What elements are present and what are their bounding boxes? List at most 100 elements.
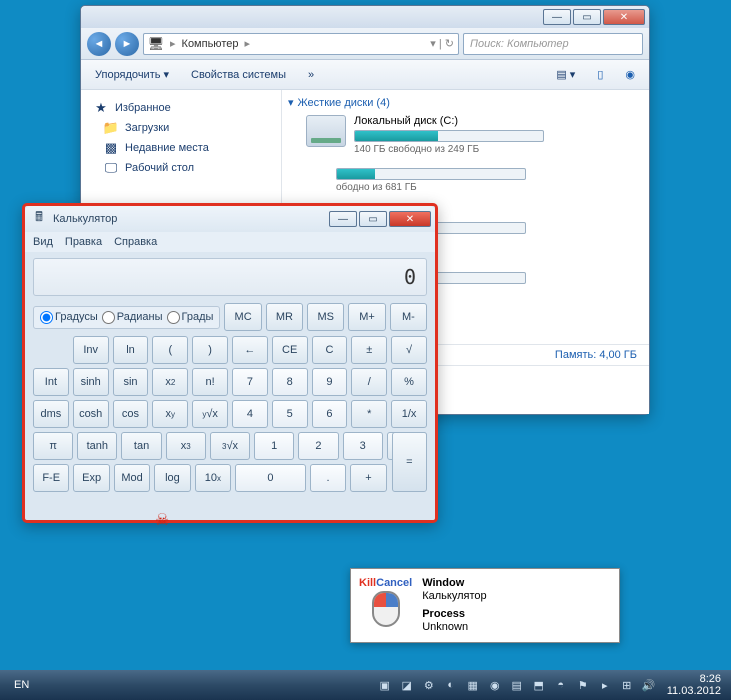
key-decimal[interactable]: . [310, 464, 346, 492]
sidebar-favorites[interactable]: ★Избранное [87, 98, 275, 118]
breadcrumb[interactable]: Компьютер [182, 38, 239, 50]
forward-button[interactable]: ► [115, 32, 139, 56]
language-indicator[interactable]: EN [6, 679, 37, 691]
key-yroot[interactable]: y√x [192, 400, 228, 428]
key-dms[interactable]: dms [33, 400, 69, 428]
tray-icon[interactable]: ⚑ [575, 677, 591, 693]
key-sin[interactable]: sin [113, 368, 149, 396]
sidebar-desktop[interactable]: 🖵Рабочий стол [87, 158, 275, 178]
key-c[interactable]: C [312, 336, 348, 364]
key-mc[interactable]: MC [224, 303, 261, 331]
menu-help[interactable]: Справка [114, 236, 157, 248]
minimize-button[interactable]: — [329, 211, 357, 227]
maximize-button[interactable]: ▭ [359, 211, 387, 227]
tray-icon[interactable]: ◪ [399, 677, 415, 693]
key-6[interactable]: 6 [312, 400, 348, 428]
key-m-minus[interactable]: M- [390, 303, 427, 331]
key-cos[interactable]: cos [113, 400, 149, 428]
preview-pane-button[interactable]: ▯ [593, 65, 607, 84]
radio-radians[interactable]: Радианы [102, 311, 163, 324]
organize-button[interactable]: Упорядочить ▾ [91, 65, 173, 84]
tray-icon[interactable]: ◓ [553, 677, 569, 693]
address-bar[interactable]: 🖥 ▸ Компьютер ▸ ▾ | ↻ [143, 33, 459, 55]
key-lparen[interactable]: ( [152, 336, 188, 364]
close-button[interactable]: ✕ [389, 211, 431, 227]
key-reciprocal[interactable]: 1/x [391, 400, 427, 428]
key-fe[interactable]: F-E [33, 464, 69, 492]
key-rparen[interactable]: ) [192, 336, 228, 364]
radio-grads[interactable]: Грады [167, 311, 214, 324]
key-m-plus[interactable]: M+ [348, 303, 385, 331]
menu-edit[interactable]: Правка [65, 236, 102, 248]
tray-icon[interactable]: ▦ [465, 677, 481, 693]
drive-item[interactable]: Локальный диск (C:) 140 ГБ свободно из 2… [306, 115, 643, 155]
key-backspace[interactable]: ← [232, 336, 268, 364]
key-ln[interactable]: ln [113, 336, 149, 364]
calc-titlebar[interactable]: 🖩 Калькулятор — ▭ ✕ [25, 206, 435, 232]
search-input[interactable]: Поиск: Компьютер [463, 33, 643, 55]
section-header[interactable]: ▾Жесткие диски (4) [288, 96, 643, 109]
key-x2[interactable]: x2 [152, 368, 188, 396]
key-8[interactable]: 8 [272, 368, 308, 396]
key-negate[interactable]: ± [351, 336, 387, 364]
key-log[interactable]: log [154, 464, 190, 492]
key-exp[interactable]: Exp [73, 464, 109, 492]
key-1[interactable]: 1 [254, 432, 294, 460]
help-button[interactable]: ◉ [621, 65, 639, 84]
radio-degrees[interactable]: Градусы [40, 311, 98, 324]
key-sinh[interactable]: sinh [73, 368, 109, 396]
overflow-button[interactable]: » [304, 66, 318, 84]
tray-icon[interactable]: ◐ [443, 677, 459, 693]
menu-view[interactable]: Вид [33, 236, 53, 248]
key-2[interactable]: 2 [298, 432, 338, 460]
key-pi[interactable]: π [33, 432, 73, 460]
key-4[interactable]: 4 [232, 400, 268, 428]
key-0[interactable]: 0 [235, 464, 306, 492]
key-factorial[interactable]: n! [192, 368, 228, 396]
key-mod[interactable]: Mod [114, 464, 150, 492]
clock[interactable]: 8:26 11.03.2012 [663, 673, 725, 697]
tray-icon[interactable]: ▸ [597, 677, 613, 693]
explorer-titlebar[interactable]: — ▭ ✕ [81, 6, 649, 28]
sidebar-downloads[interactable]: 📁Загрузки [87, 118, 275, 138]
key-mr[interactable]: MR [266, 303, 303, 331]
minimize-button[interactable]: — [543, 9, 571, 25]
tray-icon[interactable]: ⊞ [619, 677, 635, 693]
key-7[interactable]: 7 [232, 368, 268, 396]
key-cuberoot[interactable]: 3√x [210, 432, 250, 460]
key-tanh[interactable]: tanh [77, 432, 117, 460]
key-equals[interactable]: = [392, 432, 427, 492]
close-button[interactable]: ✕ [603, 9, 645, 25]
key-divide[interactable]: / [351, 368, 387, 396]
nav-row: ◄ ► 🖥 ▸ Компьютер ▸ ▾ | ↻ Поиск: Компьют… [81, 28, 649, 60]
key-9[interactable]: 9 [312, 368, 348, 396]
key-10x[interactable]: 10x [195, 464, 231, 492]
key-ce[interactable]: CE [272, 336, 308, 364]
key-ms[interactable]: MS [307, 303, 344, 331]
key-sqrt[interactable]: √ [391, 336, 427, 364]
key-xy[interactable]: xy [152, 400, 188, 428]
sidebar-recent[interactable]: ▩Недавние места [87, 138, 275, 158]
tray-icon[interactable]: ⚙ [421, 677, 437, 693]
key-percent[interactable]: % [391, 368, 427, 396]
killcancel-tooltip: KillCancel Window Калькулятор Process Un… [350, 568, 620, 643]
key-inv[interactable]: Inv [73, 336, 109, 364]
key-x3[interactable]: x3 [166, 432, 206, 460]
back-button[interactable]: ◄ [87, 32, 111, 56]
tray-icon[interactable]: ◉ [487, 677, 503, 693]
view-options-button[interactable]: ▤ ▾ [552, 65, 579, 84]
tray-icon[interactable]: ⬒ [531, 677, 547, 693]
key-3[interactable]: 3 [343, 432, 383, 460]
system-properties-button[interactable]: Свойства системы [187, 66, 290, 84]
key-multiply[interactable]: * [351, 400, 387, 428]
key-5[interactable]: 5 [272, 400, 308, 428]
volume-icon[interactable]: 🔊 [641, 677, 657, 693]
maximize-button[interactable]: ▭ [573, 9, 601, 25]
tray-icon[interactable]: ▤ [509, 677, 525, 693]
tray-icon[interactable]: ▣ [377, 677, 393, 693]
key-int[interactable]: Int [33, 368, 69, 396]
key-tan[interactable]: tan [121, 432, 161, 460]
key-cosh[interactable]: cosh [73, 400, 109, 428]
key-add[interactable]: + [350, 464, 386, 492]
drive-item[interactable]: ободно из 681 ГБ [288, 165, 643, 197]
